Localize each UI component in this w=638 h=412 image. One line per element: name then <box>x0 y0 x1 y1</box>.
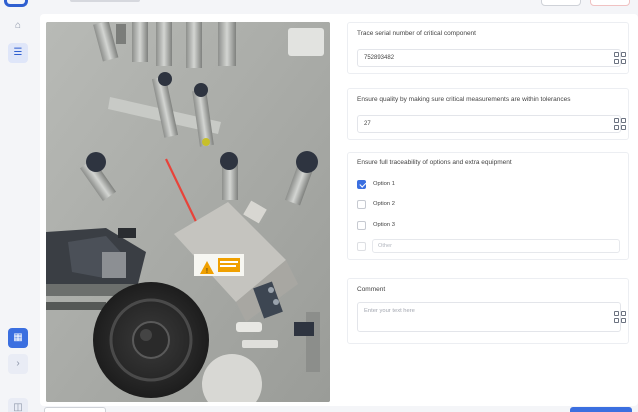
comment-title: Comment <box>357 286 386 293</box>
option-2-checkbox[interactable] <box>357 199 366 209</box>
option-2-label: Option 2 <box>373 201 395 207</box>
option-3-label: Option 3 <box>373 222 395 228</box>
comment-textarea[interactable]: Enter your text here <box>357 302 626 332</box>
next-button[interactable] <box>570 407 632 412</box>
option-1-row[interactable]: Option 1 <box>357 178 395 190</box>
sidebar-item-home[interactable]: ⌂ <box>8 16 28 36</box>
delete-button[interactable] <box>590 0 630 6</box>
back-button[interactable] <box>44 407 106 412</box>
serial-number-card: Trace serial number of critical componen… <box>347 22 629 74</box>
options-card: Ensure full traceability of options and … <box>347 152 629 260</box>
sidebar: ⌂ ☰ ▦ › ◫ <box>0 10 36 412</box>
top-bar <box>0 0 638 14</box>
svg-text:!: ! <box>206 268 208 275</box>
option-3-row[interactable]: Option 3 <box>357 219 395 231</box>
option-3-checkbox[interactable] <box>357 220 366 230</box>
other-checkbox[interactable] <box>357 241 366 251</box>
chevron-right-icon: › <box>16 358 20 369</box>
other-row[interactable] <box>357 240 366 252</box>
scan-icon[interactable] <box>614 311 628 325</box>
machine-photo-drawing: ! <box>46 22 330 402</box>
app-logo[interactable] <box>4 0 28 7</box>
sidebar-item-account[interactable]: ◫ <box>8 398 28 412</box>
grid-icon: ▦ <box>13 332 23 343</box>
measurement-title: Ensure quality by making sure critical m… <box>357 96 571 103</box>
comment-card: Comment Enter your text here <box>347 278 629 344</box>
sidebar-item-apps[interactable]: ▦ <box>8 328 28 348</box>
sidebar-expand-button[interactable]: › <box>8 354 28 374</box>
measurement-field[interactable]: 27 <box>357 115 626 133</box>
measurement-card: Ensure quality by making sure critical m… <box>347 88 629 140</box>
scan-icon[interactable] <box>614 52 628 66</box>
measurement-value: 27 <box>364 121 371 127</box>
option-1-checkbox[interactable] <box>357 179 366 189</box>
other-input[interactable]: Other <box>372 239 620 253</box>
options-title: Ensure full traceability of options and … <box>357 159 512 166</box>
serial-number-title: Trace serial number of critical componen… <box>357 30 476 37</box>
secondary-action-button[interactable] <box>541 0 581 6</box>
sidebar-item-checklists[interactable]: ☰ <box>8 43 28 63</box>
option-1-label: Option 1 <box>373 181 395 187</box>
option-2-row[interactable]: Option 2 <box>357 198 395 210</box>
checklist-icon: ☰ <box>13 47 23 58</box>
page-title-placeholder <box>70 0 140 2</box>
machine-photo: ! <box>46 22 330 402</box>
home-icon: ⌂ <box>14 20 22 31</box>
serial-number-value: 752893482 <box>364 55 395 61</box>
scan-icon[interactable] <box>614 118 628 132</box>
account-icon: ◫ <box>13 402 23 412</box>
serial-number-field[interactable]: 752893482 <box>357 49 626 67</box>
comment-placeholder: Enter your text here <box>364 308 415 314</box>
other-placeholder: Other <box>378 243 392 249</box>
